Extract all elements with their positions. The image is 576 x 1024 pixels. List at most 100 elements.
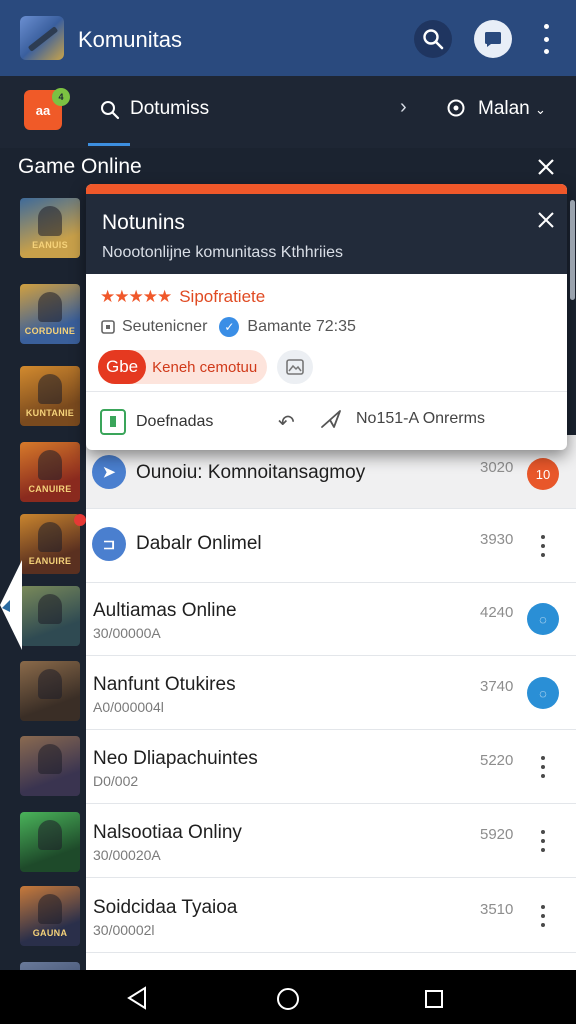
list-item-time: 3740 [480, 678, 514, 695]
message-icon [485, 32, 501, 47]
search-button[interactable] [414, 20, 452, 58]
game-thumbnail[interactable] [20, 812, 80, 872]
game-list: ➤ Ounoiu: Komnoitansagmoy 3020 10 ⊐ Dabalr On… [86, 435, 576, 975]
item-menu-icon[interactable] [538, 905, 548, 927]
game-thumbnail[interactable] [20, 586, 80, 646]
rating-row: ★★★★★ Sipofratiete [100, 287, 265, 307]
list-item-title: Nanfunt Otukires [93, 674, 236, 695]
back-arrow-icon[interactable] [0, 560, 22, 650]
thumbnail-caption: EANUIRE [28, 556, 72, 566]
thumbnail-caption: CORDUINE [24, 326, 76, 336]
sub-header: aa 4 Dotumiss › Malan ⌄ [0, 76, 576, 148]
item-menu-icon[interactable] [538, 535, 548, 557]
list-item-title: Aultiamas Online [93, 600, 237, 621]
chevron-right-icon[interactable]: › [400, 96, 407, 119]
chip-label: Keneh cemotuu [152, 358, 258, 376]
message-button[interactable] [474, 20, 512, 58]
active-tab-indicator [88, 143, 130, 146]
share-icon[interactable]: ↶ [278, 410, 295, 435]
game-thumbnail[interactable]: EANUIRE [20, 514, 80, 574]
document-icon [100, 409, 126, 435]
chat-icon: ⊐ [92, 527, 126, 561]
home-icon[interactable] [276, 987, 300, 1011]
app-title: Komunitas [78, 27, 182, 52]
list-item-subtitle: 30/00020A [93, 847, 161, 863]
sub-search-label[interactable]: Dotumiss [130, 98, 209, 120]
send-icon: ➤ [92, 455, 126, 489]
list-item[interactable]: Neo Dliapachuintes D0/002 5220 [86, 730, 576, 804]
section-title: Game Online [18, 155, 142, 178]
game-thumbnail[interactable]: KUNTANIE [20, 366, 80, 426]
footer-left-action[interactable]: Doefnadas [100, 409, 213, 435]
footer-left-label: Doefnadas [136, 413, 214, 430]
star-rating: ★★★★★ [100, 287, 172, 306]
unread-count-badge[interactable]: 10 [527, 458, 559, 490]
list-item[interactable]: Nalsootiaa Onliny 30/00020A 5920 [86, 804, 576, 878]
chip-badge: Gbe [98, 350, 147, 384]
sync-status-icon[interactable]: ◌ [527, 603, 559, 635]
community-icon-label: aa [35, 102, 51, 118]
character-figure [38, 820, 62, 850]
popup-title: Notunins [102, 211, 185, 234]
send-icon [321, 410, 341, 428]
list-item-time: 4240 [480, 604, 514, 621]
sub-right-label[interactable]: Malan ⌄ [478, 98, 546, 120]
app-logo[interactable] [20, 16, 64, 60]
list-item[interactable]: Soidcidaa Tyaioa 30/00002l 3510 [86, 879, 576, 953]
list-item-time: 5920 [480, 826, 514, 843]
list-item-subtitle: A0/000004l [93, 699, 164, 715]
list-item-time: 3020 [480, 459, 514, 476]
tag-chip[interactable]: Gbe Keneh cemotuu [98, 350, 268, 384]
character-figure [38, 744, 62, 774]
thumbnail-caption: GAUNA [32, 928, 68, 938]
list-item-title: Soidcidaa Tyaioa [93, 897, 238, 918]
list-item-time: 5220 [480, 752, 514, 769]
back-icon[interactable] [126, 986, 148, 1010]
item-menu-icon[interactable] [538, 756, 548, 778]
overflow-menu-icon[interactable] [541, 24, 551, 54]
character-figure [38, 522, 62, 552]
game-thumbnail[interactable] [20, 736, 80, 796]
game-thumbnail[interactable]: CORDUINE [20, 284, 80, 344]
character-figure [38, 206, 62, 236]
list-item[interactable]: ⊐ Dabalr Onlimel 3930 [86, 509, 576, 583]
close-icon[interactable] [536, 210, 556, 230]
meta-row: Seutenicner ✓ Bamante 72:35 [100, 317, 356, 337]
list-item-title: Nalsootiaa Onliny [93, 822, 242, 843]
app-bar: Komunitas [0, 0, 576, 76]
game-thumbnail[interactable]: EANUIS [20, 198, 80, 258]
meta-time: Bamante 72:35 [247, 318, 356, 335]
list-item[interactable]: Nanfunt Otukires A0/000004l 3740 ◌ [86, 656, 576, 730]
search-alt-icon[interactable] [446, 98, 468, 120]
list-item-time: 3930 [480, 531, 514, 548]
meta-user: Seutenicner [122, 318, 208, 335]
popup-header: Notunins Noootonlijne komunitass Kthhrii… [86, 194, 567, 274]
character-figure [38, 669, 62, 699]
character-figure [38, 894, 62, 924]
game-thumbnail[interactable] [20, 661, 80, 721]
list-item[interactable]: Aultiamas Online 30/00000A 4240 ◌ [86, 582, 576, 656]
sub-right-label-text: Malan [478, 98, 530, 119]
sync-status-icon[interactable]: ◌ [527, 677, 559, 709]
recents-icon[interactable] [424, 989, 444, 1009]
search-icon[interactable] [100, 100, 120, 120]
community-popup: Notunins Noootonlijne komunitass Kthhrii… [86, 184, 567, 450]
scrollbar[interactable] [570, 200, 575, 300]
popup-subtitle: Noootonlijne komunitass Kthhriies [102, 244, 344, 261]
image-icon [286, 359, 305, 375]
close-icon[interactable] [534, 155, 558, 179]
system-nav-bar [0, 970, 576, 1024]
character-figure [38, 594, 62, 624]
footer-right-label: No151-A Onrerms [356, 410, 485, 427]
rating-label: Sipofratiete [179, 287, 266, 306]
search-icon [423, 29, 444, 50]
game-thumbnail[interactable]: GAUNA [20, 886, 80, 946]
game-thumbnail[interactable]: CANUIRE [20, 442, 80, 502]
thumbnail-caption: KUNTANIE [25, 408, 75, 418]
thumbnail-caption: CANUIRE [28, 484, 72, 494]
chevron-down-icon: ⌄ [535, 102, 546, 117]
user-icon [101, 320, 115, 334]
footer-right-action[interactable]: No151-A Onrerms [320, 409, 485, 429]
image-chip-button[interactable] [277, 350, 314, 384]
item-menu-icon[interactable] [538, 830, 548, 852]
